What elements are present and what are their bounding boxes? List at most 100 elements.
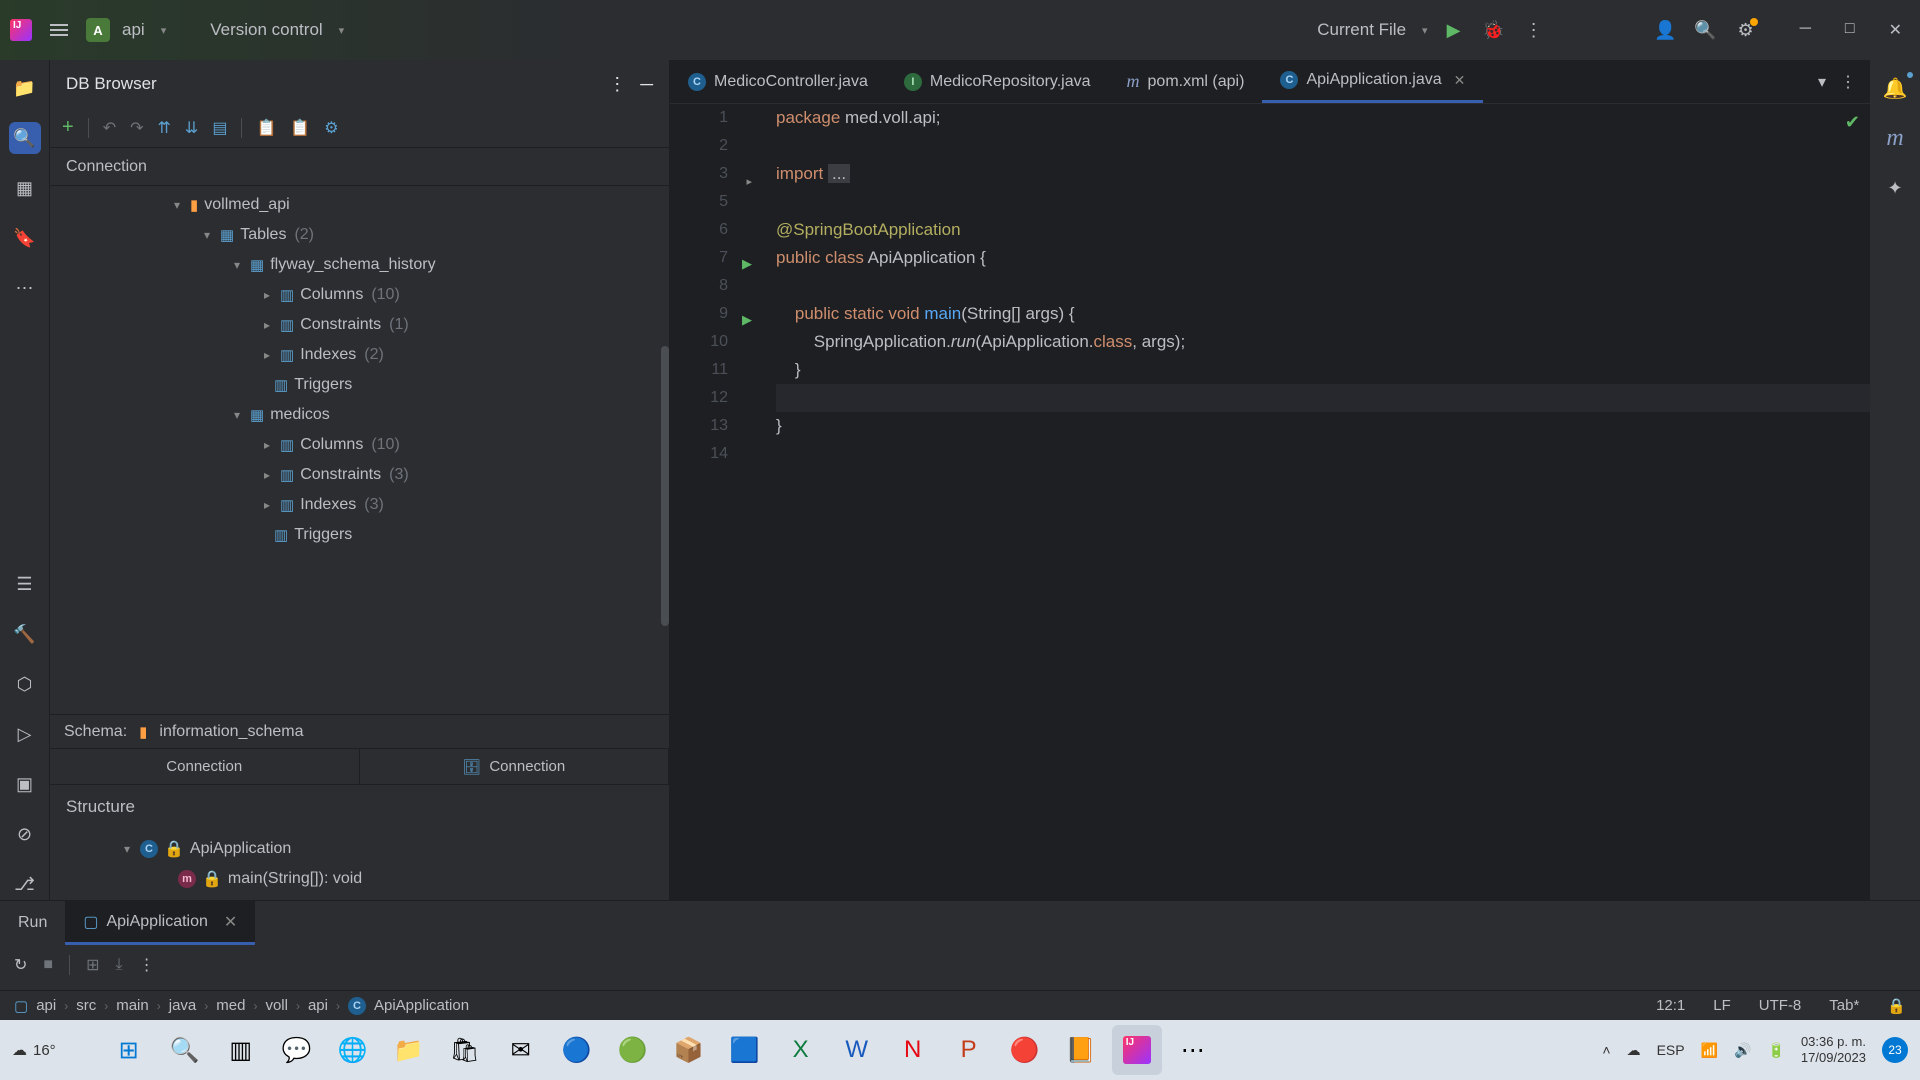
task-view-button[interactable]: ▥ (216, 1025, 266, 1075)
line-separator[interactable]: LF (1713, 997, 1731, 1015)
editor-tab[interactable]: IMedicoRepository.java (886, 60, 1109, 103)
constraints-node[interactable]: ▸▥Constraints (1) (50, 310, 669, 340)
cursor-position[interactable]: 12:1 (1656, 997, 1685, 1015)
database-tool-icon[interactable]: 🔍 (9, 122, 41, 154)
search-button[interactable]: 🔍 (160, 1025, 210, 1075)
problems-tool-icon[interactable]: ⊘ (9, 818, 41, 850)
export-button[interactable]: ⤓ (115, 956, 122, 974)
intellij-taskbar-icon[interactable] (1112, 1025, 1162, 1075)
build-tool-icon[interactable]: 🔨 (9, 618, 41, 650)
edge-icon[interactable]: 🌐 (328, 1025, 378, 1075)
file-encoding[interactable]: UTF-8 (1759, 997, 1802, 1015)
table-node[interactable]: ▾▦medicos (50, 400, 669, 430)
crumb[interactable]: src (76, 997, 96, 1014)
sublime-icon[interactable]: 📙 (1056, 1025, 1106, 1075)
search-everywhere-button[interactable]: 🔍 (1692, 16, 1720, 44)
dropbox-icon[interactable]: 📦 (664, 1025, 714, 1075)
services-tool-icon[interactable]: ⬡ (9, 668, 41, 700)
chrome2-icon[interactable]: 🔴 (1000, 1025, 1050, 1075)
settings-button[interactable]: ⚙ (1732, 16, 1760, 44)
wifi-icon[interactable]: 📶 (1701, 1042, 1718, 1059)
structure-class-node[interactable]: ▾C🔒ApiApplication (50, 834, 669, 864)
indexes-node[interactable]: ▸▥Indexes (2) (50, 340, 669, 370)
code-with-me-icon[interactable]: 👤 (1652, 16, 1680, 44)
run-config-tab[interactable]: ▢ApiApplication✕ (65, 901, 255, 945)
tab-more-icon[interactable]: ⋮ (1840, 72, 1856, 92)
run-config-selector[interactable]: Current File (1317, 20, 1406, 40)
powerpoint-icon[interactable]: P (944, 1025, 994, 1075)
indexes-node[interactable]: ▸▥Indexes (3) (50, 490, 669, 520)
tree-scrollbar[interactable] (661, 346, 669, 626)
run-button[interactable]: ▶ (1440, 16, 1468, 44)
close-icon[interactable]: ✕ (224, 912, 237, 932)
minimize-button[interactable]: ─ (1792, 16, 1819, 44)
teams-icon[interactable]: 💬 (272, 1025, 322, 1075)
crumb[interactable]: main (116, 997, 149, 1014)
run-more-button[interactable]: ⋮ (139, 955, 155, 975)
notification-badge[interactable]: 23 (1882, 1037, 1908, 1063)
refresh-button[interactable]: 📋 (290, 118, 310, 138)
todo-tool-icon[interactable]: ☰ (9, 568, 41, 600)
debug-button[interactable]: 🐞 (1480, 16, 1508, 44)
start-button[interactable]: ⊞ (104, 1025, 154, 1075)
nav-back-button[interactable]: ↶ (103, 118, 116, 138)
mail-icon[interactable]: ✉ (496, 1025, 546, 1075)
rerun-button[interactable]: ↻ (14, 955, 27, 975)
git-tool-icon[interactable]: ⎇ (9, 868, 41, 900)
vcs-menu[interactable]: Version control (210, 20, 322, 40)
readonly-lock-icon[interactable]: 🔒 (1887, 997, 1906, 1015)
excel-icon[interactable]: X (776, 1025, 826, 1075)
maximize-button[interactable]: □ (1837, 16, 1863, 44)
code-editor[interactable]: ✔ package med.voll.api; import ... @Spri… (740, 104, 1870, 900)
columns-node[interactable]: ▸▥Columns (10) (50, 430, 669, 460)
explorer-icon[interactable]: 📁 (384, 1025, 434, 1075)
triggers-node[interactable]: ▥Triggers (50, 520, 669, 550)
panel-minimize-icon[interactable]: ─ (640, 74, 653, 95)
editor-tab-active[interactable]: CApiApplication.java✕ (1262, 60, 1483, 103)
triggers-node[interactable]: ▥Triggers (50, 370, 669, 400)
crumb[interactable]: ApiApplication (374, 997, 469, 1014)
crumb[interactable]: api (36, 997, 56, 1014)
indent-setting[interactable]: Tab* (1829, 997, 1859, 1015)
netflix-icon[interactable]: N (888, 1025, 938, 1075)
filter-button[interactable]: ▤ (212, 118, 227, 138)
clock[interactable]: 03:36 p. m. 17/09/2023 (1801, 1034, 1866, 1065)
panel-options-icon[interactable]: ⋮ (608, 74, 626, 95)
connection-tab[interactable]: 🗄Connection (360, 749, 670, 784)
columns-node[interactable]: ▸▥Columns (10) (50, 280, 669, 310)
tables-node[interactable]: ▾▦Tables (2) (50, 220, 669, 250)
tab-dropdown-icon[interactable]: ▾ (1818, 72, 1826, 92)
structure-tool-icon[interactable]: ▦ (9, 172, 41, 204)
table-node[interactable]: ▾▦flyway_schema_history (50, 250, 669, 280)
bookmarks-tool-icon[interactable]: 🔖 (9, 222, 41, 254)
constraints-node[interactable]: ▸▥Constraints (3) (50, 460, 669, 490)
run-tool-icon[interactable]: ▷ (9, 718, 41, 750)
db-settings-button[interactable]: ⚙ (324, 118, 338, 138)
inspection-ok-icon[interactable]: ✔ (1845, 112, 1860, 133)
stop-button[interactable]: ■ (43, 956, 53, 974)
language-indicator[interactable]: ESP (1657, 1042, 1685, 1058)
more-actions-button[interactable]: ⋮ (1520, 16, 1548, 44)
structure-method-node[interactable]: m🔒main(String[]): void (50, 864, 669, 894)
run-tab-label[interactable]: Run (0, 901, 65, 945)
editor-tab[interactable]: CMedicoController.java (670, 60, 886, 103)
crumb[interactable]: api (308, 997, 328, 1014)
weather-widget[interactable]: ☁16° (12, 1041, 56, 1059)
connection-header[interactable]: Connection (50, 148, 669, 186)
terminal-tool-icon[interactable]: ▣ (9, 768, 41, 800)
more-tools-icon[interactable]: ⋯ (9, 272, 41, 304)
crumb[interactable]: voll (265, 997, 288, 1014)
nav-forward-button[interactable]: ↷ (130, 118, 143, 138)
battery-icon[interactable]: 🔋 (1767, 1042, 1784, 1059)
collapse-button[interactable]: ⇈ (158, 118, 171, 138)
volume-icon[interactable]: 🔊 (1734, 1042, 1751, 1059)
schema-selector[interactable]: Schema: ▮ information_schema (50, 714, 669, 748)
add-connection-button[interactable]: + (62, 116, 74, 139)
project-tool-icon[interactable]: 📁 (9, 72, 41, 104)
close-tab-icon[interactable]: ✕ (1454, 72, 1466, 89)
ai-assistant-icon[interactable]: ✦ (1879, 172, 1911, 204)
word-icon[interactable]: W (832, 1025, 882, 1075)
onedrive-icon[interactable]: ☁ (1627, 1042, 1641, 1059)
expand-button[interactable]: ⇊ (185, 118, 198, 138)
db-node[interactable]: ▾▮vollmed_api (50, 190, 669, 220)
